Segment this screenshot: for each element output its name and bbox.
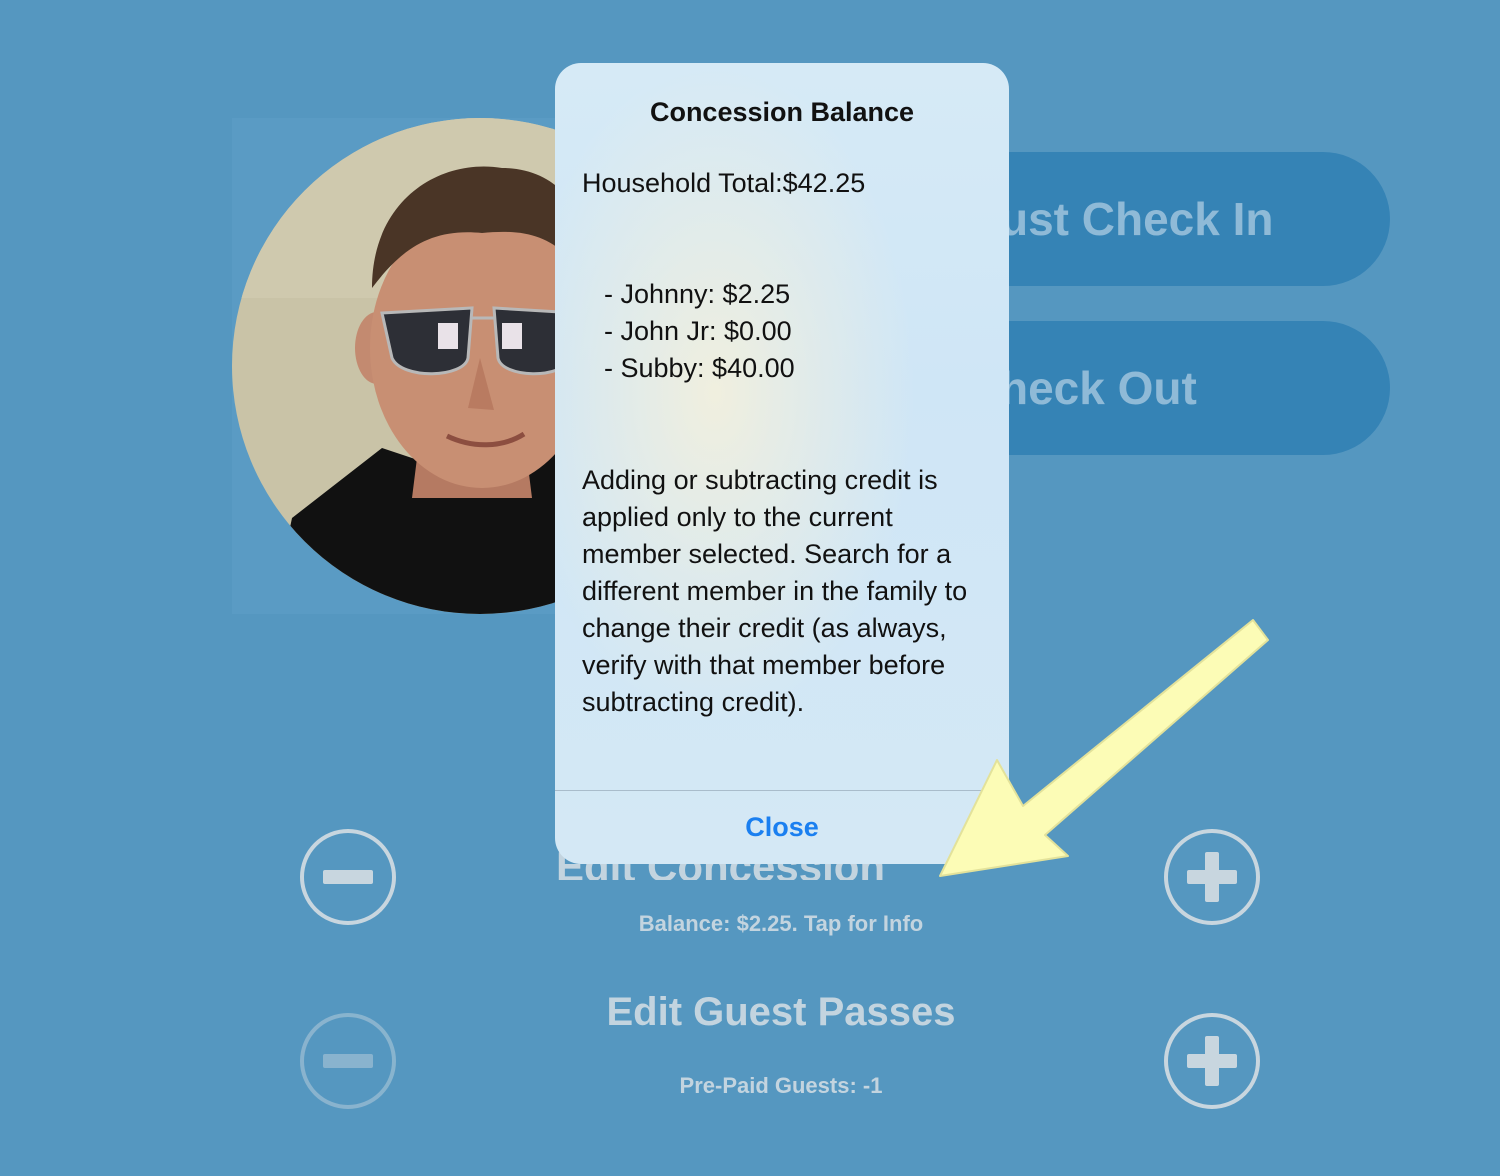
callout-arrow-icon <box>939 619 1269 877</box>
